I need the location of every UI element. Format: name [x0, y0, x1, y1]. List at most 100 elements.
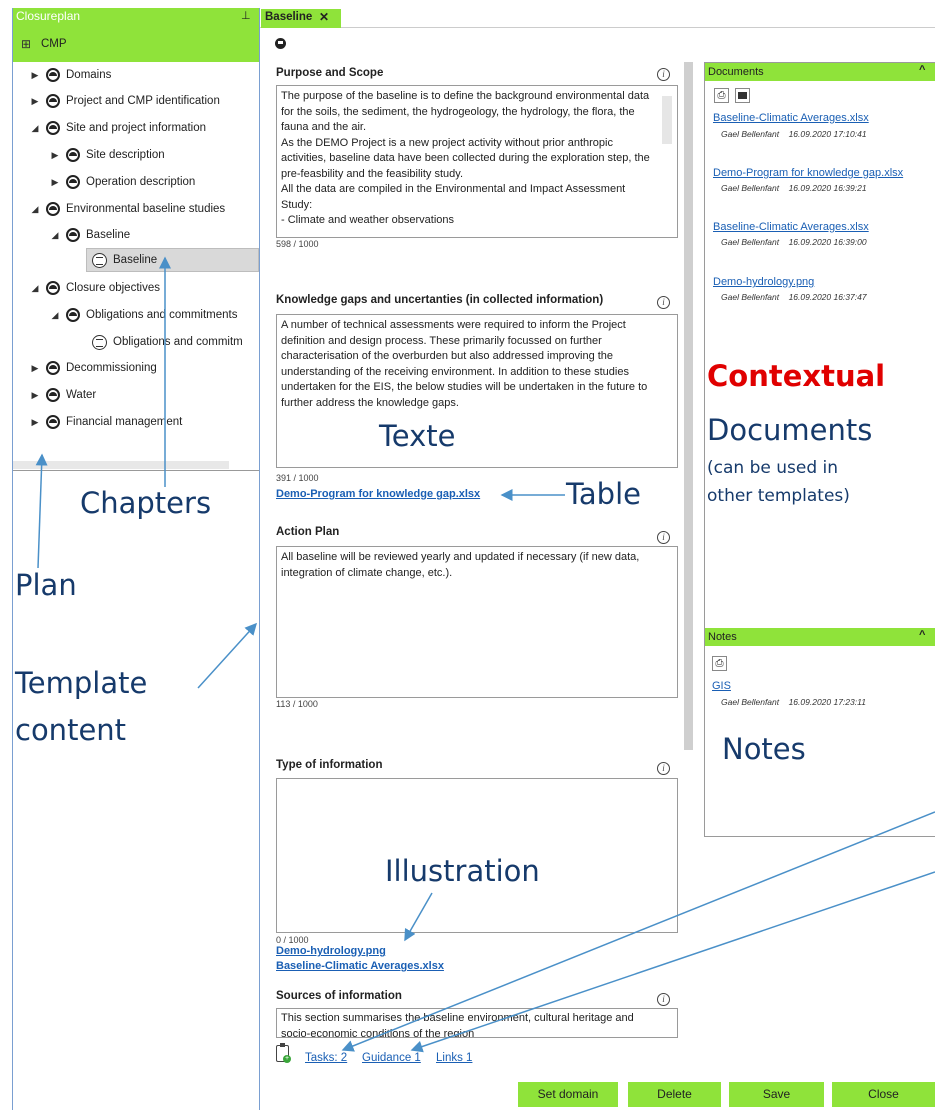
note-meta: Gael Bellenfant 16.09.2020 17:23:11 [721, 697, 866, 707]
document-meta: Gael Bellenfant 16.09.2020 17:10:41 [721, 129, 867, 139]
document-date: 16.09.2020 16:39:00 [788, 237, 867, 247]
tab-close-icon[interactable]: ✕ [319, 10, 329, 24]
sidebar-item-label: Closure objectives [66, 282, 160, 294]
note-link[interactable]: GIS [712, 680, 731, 692]
node-icon [46, 415, 60, 429]
sidebar-item-environmental-baseline[interactable]: ◢ Environmental baseline studies [30, 198, 225, 220]
document-author: Gael Bellenfant [721, 292, 780, 302]
sidebar-item-label: Environmental baseline studies [66, 203, 226, 215]
lock-icon[interactable] [275, 38, 286, 49]
sidebar-item-label: Site description [86, 149, 165, 161]
sidebar-item-decommissioning[interactable]: ▶ Decommissioning [30, 357, 157, 379]
sidebar-item-project-identification[interactable]: ▶ Project and CMP identification [30, 90, 220, 112]
tab-baseline[interactable]: Baseline ✕ [261, 9, 341, 28]
document-meta: Gael Bellenfant 16.09.2020 16:39:21 [721, 183, 867, 193]
collapse-icon[interactable]: ◢ [30, 123, 40, 134]
content-scrollbar[interactable] [684, 62, 693, 750]
notes-title: Notes [708, 631, 737, 643]
documents-title: Documents [708, 66, 764, 78]
collapse-caret-icon[interactable]: ^ [919, 64, 925, 76]
gaps-text: A number of technical assessments were r… [281, 319, 648, 409]
sidebar-item-site-project-info[interactable]: ◢ Site and project information [30, 117, 206, 139]
set-domain-button[interactable]: Set domain [518, 1082, 618, 1107]
type-label: Type of information [276, 759, 383, 771]
document-link[interactable]: Baseline-Climatic Averages.xlsx [713, 221, 869, 233]
sidebar-item-financial-management[interactable]: ▶ Financial management [30, 411, 182, 433]
sidebar-divider [13, 470, 259, 471]
collapse-caret-icon[interactable]: ^ [919, 629, 925, 641]
documents-header[interactable]: Documents ^ [705, 63, 935, 81]
expand-icon[interactable]: ▶ [50, 150, 60, 161]
node-icon [46, 388, 60, 402]
expand-icon[interactable]: ▶ [30, 70, 40, 81]
pin-icon[interactable]: ⊥ [241, 9, 251, 22]
document-link[interactable]: Demo-hydrology.png [713, 276, 814, 288]
sidebar-item-baseline-group[interactable]: ◢ Baseline [50, 224, 130, 246]
info-icon[interactable]: i [657, 296, 670, 309]
sidebar-item-label: Financial management [66, 416, 183, 428]
gaps-textarea[interactable]: A number of technical assessments were r… [276, 314, 678, 468]
sidebar-item-label: Operation description [86, 176, 196, 188]
info-icon[interactable]: i [657, 762, 670, 775]
sidebar-item-label: Decommissioning [66, 362, 157, 374]
info-icon[interactable]: i [657, 68, 670, 81]
gaps-label: Knowledge gaps and uncertanties (in coll… [276, 294, 604, 306]
sources-textarea[interactable]: This section summarises the baseline env… [276, 1008, 678, 1038]
top-strip [0, 0, 935, 8]
annotation-contextual: Contextual [707, 359, 886, 393]
textarea-scrollbar[interactable] [662, 96, 672, 144]
delete-button[interactable]: Delete [628, 1082, 721, 1107]
expand-icon[interactable]: ▶ [30, 417, 40, 428]
document-author: Gael Bellenfant [721, 129, 780, 139]
collapse-icon[interactable]: ◢ [50, 310, 60, 321]
expand-icon[interactable]: ▶ [50, 177, 60, 188]
collapse-icon[interactable]: ◢ [50, 230, 60, 241]
sidebar-item-site-description[interactable]: ▶ Site description [50, 144, 165, 166]
add-document-icon[interactable]: ⎙ [714, 88, 729, 103]
expand-icon[interactable]: ▶ [30, 363, 40, 374]
collapse-icon[interactable]: ◢ [30, 283, 40, 294]
annotation-documents-sub1: (can be used in [707, 458, 839, 478]
add-image-icon[interactable] [735, 88, 750, 103]
links-link[interactable]: Links 1 [436, 1052, 472, 1064]
purpose-textarea[interactable]: The purpose of the baseline is to define… [276, 85, 678, 238]
tab-bar [260, 8, 935, 28]
info-icon[interactable]: i [657, 531, 670, 544]
type-link-climatic[interactable]: Baseline-Climatic Averages.xlsx [276, 960, 444, 972]
annotation-content: content [15, 713, 127, 747]
info-icon[interactable]: i [657, 993, 670, 1006]
sidebar-item-label: Water [66, 389, 97, 401]
document-link[interactable]: Demo-Program for knowledge gap.xlsx [713, 167, 903, 179]
type-link-hydrology[interactable]: Demo-hydrology.png [276, 945, 386, 957]
sidebar-item-obligations-page[interactable]: Obligations and commitm [92, 331, 260, 353]
document-link[interactable]: Baseline-Climatic Averages.xlsx [713, 112, 869, 124]
sidebar-item-operation-description[interactable]: ▶ Operation description [50, 171, 195, 193]
expand-icon[interactable]: ▶ [30, 390, 40, 401]
sidebar-item-domains[interactable]: ▶ Domains [30, 64, 111, 86]
guidance-link[interactable]: Guidance 1 [362, 1052, 421, 1064]
add-note-icon[interactable]: ⎙ [712, 656, 727, 671]
node-icon [46, 361, 60, 375]
action-textarea[interactable]: All baseline will be reviewed yearly and… [276, 546, 678, 698]
notes-header[interactable]: Notes ^ [705, 628, 935, 646]
sidebar-item-label: Obligations and commitments [86, 309, 238, 321]
tasks-link[interactable]: Tasks: 2 [305, 1052, 347, 1064]
sidebar-scrollbar[interactable] [13, 461, 229, 469]
annotation-illustration: Illustration [385, 854, 540, 888]
expand-icon[interactable]: ▶ [30, 96, 40, 107]
node-icon [46, 68, 60, 82]
save-button[interactable]: Save [729, 1082, 824, 1107]
action-counter: 113 / 1000 [276, 699, 318, 709]
sidebar-item-baseline-page[interactable]: Baseline [92, 249, 157, 271]
sidebar-item-obligations-group[interactable]: ◢ Obligations and commitments [50, 304, 260, 326]
sidebar-item-water[interactable]: ▶ Water [30, 384, 96, 406]
purpose-label: Purpose and Scope [276, 67, 384, 79]
sidebar-root[interactable]: ⊞ CMP [13, 25, 259, 62]
action-text: All baseline will be reviewed yearly and… [281, 551, 640, 579]
document-date: 16.09.2020 16:37:47 [788, 292, 867, 302]
clipboard-add-icon[interactable]: + [276, 1043, 291, 1063]
sidebar-item-closure-objectives[interactable]: ◢ Closure objectives [30, 277, 160, 299]
gaps-table-link[interactable]: Demo-Program for knowledge gap.xlsx [276, 488, 480, 500]
collapse-icon[interactable]: ◢ [30, 204, 40, 215]
close-button[interactable]: Close [832, 1082, 935, 1107]
